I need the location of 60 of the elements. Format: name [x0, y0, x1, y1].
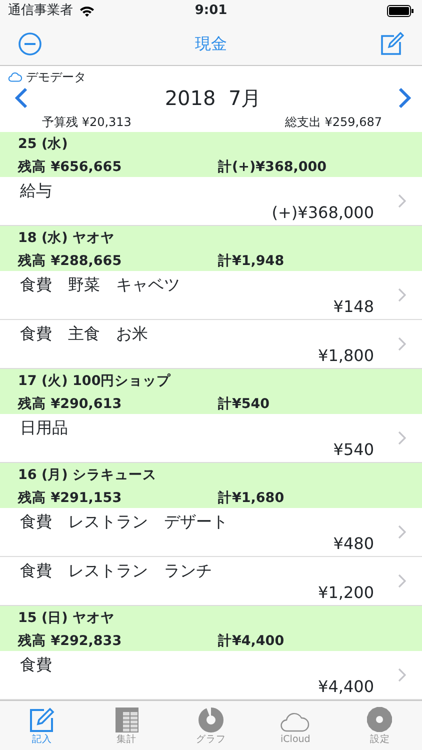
compose-icon — [29, 707, 56, 733]
category-label: 食費 レストラン ランチ — [20, 560, 212, 582]
amount-label: ¥148 — [333, 296, 374, 318]
day-title: 17 (火) 100円ショップ — [18, 373, 171, 389]
chevron-icon — [398, 525, 406, 539]
amount-label: ¥4,400 — [318, 676, 374, 698]
chevron-icon — [398, 431, 406, 445]
day-title: 18 (水) ヤオヤ — [18, 230, 115, 246]
category-label: 食費 — [20, 654, 52, 676]
amount-label: ¥1,800 — [318, 345, 374, 367]
day-total: 計¥4,400 — [218, 632, 284, 652]
compose-icon — [380, 32, 404, 56]
chevron-icon — [398, 574, 406, 588]
balance-label: 残高 ¥290,613 — [18, 396, 122, 412]
transaction-row[interactable]: 食費 野菜 キャベツ ¥148 — [0, 271, 422, 320]
cloud-icon — [280, 711, 310, 733]
day-total: 計(+)¥368,000 — [218, 158, 327, 178]
day-title: 25 (水) — [18, 136, 68, 152]
clock: 9:01 — [194, 2, 228, 20]
chevron-icon — [398, 668, 406, 682]
next-month-button[interactable] — [398, 87, 412, 109]
previous-month-button[interactable] — [14, 87, 28, 109]
day-total: 計¥1,680 — [218, 489, 284, 508]
balance-label: 残高 ¥291,153 — [18, 490, 122, 506]
chevron-icon — [398, 288, 406, 302]
chevron-right-icon — [398, 87, 412, 109]
balance-label: 残高 ¥656,665 — [18, 159, 122, 176]
budget-remaining: 予算残 ¥20,313 — [42, 114, 132, 131]
source-label: デモデータ — [26, 69, 86, 86]
month-label: 2018 7月 — [164, 85, 262, 112]
total-spending: 総支出 ¥259,687 — [284, 114, 382, 131]
donut-chart-icon — [198, 707, 224, 733]
amount-label: ¥480 — [333, 533, 374, 555]
category-label: 食費 野菜 キャベツ — [20, 274, 180, 296]
chevron-icon — [398, 337, 406, 351]
amount-label: (+)¥368,000 — [272, 202, 374, 224]
nav-title: 現金 — [195, 32, 227, 54]
balance-label: 残高 ¥288,665 — [18, 253, 122, 270]
amount-label: ¥540 — [333, 439, 374, 461]
carrier-name: 通信事業者 — [8, 2, 73, 20]
battery-icon — [387, 5, 414, 17]
minus-circle-icon — [18, 32, 42, 56]
chevron-icon — [398, 194, 406, 208]
compose-button[interactable] — [380, 32, 404, 56]
transaction-row[interactable]: 食費 レストラン デザート ¥480 — [0, 508, 422, 557]
balance-label: 残高 ¥292,833 — [18, 633, 122, 650]
spreadsheet-icon — [114, 707, 139, 733]
wifi-icon — [79, 5, 95, 17]
day-title: 16 (月) シラキュース — [18, 467, 157, 483]
day-title: 15 (日) ヤオヤ — [18, 610, 115, 626]
category-label: 給与 — [20, 180, 52, 202]
cloud-icon — [8, 72, 22, 82]
category-label: 食費 主食 お米 — [20, 323, 148, 345]
day-total: 計¥1,948 — [218, 252, 284, 272]
amount-label: ¥1,200 — [318, 582, 374, 604]
day-total: 計¥540 — [218, 395, 270, 414]
category-label: 日用品 — [20, 417, 68, 439]
category-label: 食費 レストラン デザート — [20, 511, 228, 533]
remove-button[interactable] — [18, 32, 42, 56]
chevron-left-icon — [14, 87, 28, 109]
